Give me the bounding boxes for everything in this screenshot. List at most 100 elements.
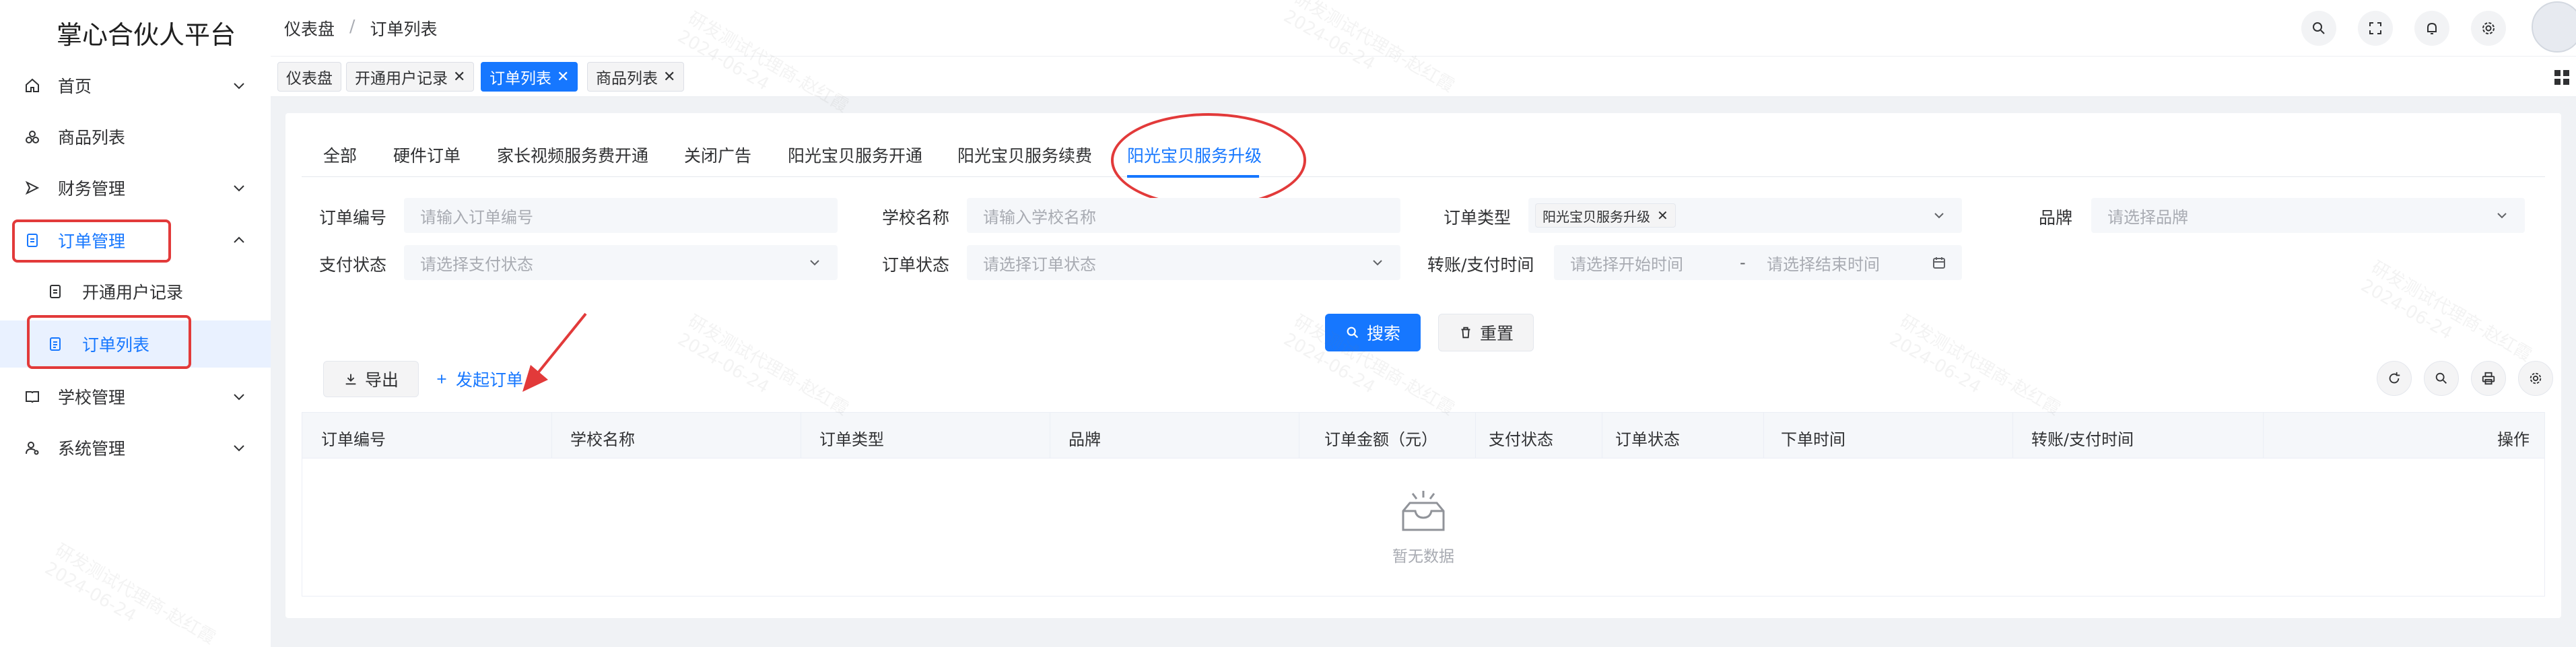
- breadcrumb-current: 订单列表: [370, 20, 438, 39]
- order-type-chip: 阳光宝贝服务升级 ✕: [1535, 203, 1676, 228]
- order-no-placeholder: 请输入订单编号: [420, 207, 533, 227]
- grid-icon[interactable]: [2553, 69, 2571, 86]
- toggle-search-button[interactable]: [2424, 361, 2459, 396]
- refresh-icon: [2387, 371, 2402, 386]
- tags-view-bar: 仪表盘 开通用户记录 ✕ 订单列表 ✕ 商品列表 ✕: [271, 57, 2576, 97]
- printer-icon: [2481, 371, 2496, 386]
- chevron-down-icon: [1932, 209, 1946, 222]
- chevron-down-icon: [232, 440, 246, 455]
- sidebar-item-label: 首页: [58, 77, 92, 96]
- column-header-order-time: 下单时间: [1781, 430, 1845, 449]
- sidebar-item-goods[interactable]: 商品列表: [0, 113, 271, 160]
- column-header-pay-time: 转账/支付时间: [2031, 430, 2134, 449]
- close-icon[interactable]: ✕: [453, 69, 465, 86]
- order-status-label: 订单状态: [882, 255, 950, 275]
- finance-icon: [24, 180, 40, 196]
- sidebar-item-user-records[interactable]: 开通用户记录: [0, 268, 271, 315]
- top-header: 仪表盘 / 订单列表: [271, 0, 2576, 57]
- column-divider: [1763, 413, 1764, 458]
- search-button[interactable]: [2301, 11, 2336, 46]
- school-placeholder: 请输入学校名称: [983, 207, 1096, 227]
- annotation-box-order-list: [27, 315, 191, 369]
- pay-time-label: 转账/支付时间: [1427, 255, 1534, 275]
- annotation-ellipse: [1111, 113, 1306, 207]
- empty-box-icon: [1398, 488, 1449, 535]
- tag-goods-list[interactable]: 商品列表 ✕: [587, 62, 685, 92]
- breadcrumb-dashboard[interactable]: 仪表盘: [284, 16, 335, 40]
- school-icon: [24, 388, 40, 405]
- notification-button[interactable]: [2414, 11, 2449, 46]
- sidebar-item-label: 开通用户记录: [82, 283, 184, 302]
- fullscreen-icon: [2367, 20, 2383, 36]
- app-root: 掌心合伙人平台 首页 商品列表 财务管理 订单管理 开通用户记录 订单列表 学校…: [0, 0, 2576, 647]
- start-time-placeholder[interactable]: 请选择开始时间: [1570, 251, 1683, 275]
- column-header-actions: 操作: [2497, 430, 2530, 449]
- sidebar-item-finance[interactable]: 财务管理: [0, 164, 271, 211]
- tab-close-ads[interactable]: 关闭广告: [684, 143, 751, 167]
- print-button[interactable]: [2471, 361, 2506, 396]
- search-button-label: 搜索: [1366, 324, 1400, 343]
- sidebar-item-school[interactable]: 学校管理: [0, 373, 271, 420]
- column-header-order-no: 订单编号: [321, 430, 386, 449]
- tag-order-list[interactable]: 订单列表 ✕: [481, 62, 578, 92]
- pay-status-placeholder: 请选择支付状态: [420, 254, 533, 274]
- sidebar-item-label: 学校管理: [58, 388, 126, 407]
- order-list-card: 全部 硬件订单 家长视频服务费开通 关闭广告 阳光宝贝服务开通 阳光宝贝服务续费…: [285, 113, 2561, 618]
- gear-icon: [2480, 20, 2497, 36]
- close-icon[interactable]: ✕: [557, 69, 569, 86]
- school-input[interactable]: 请输入学校名称: [967, 198, 1400, 233]
- order-status-select[interactable]: 请选择订单状态: [967, 245, 1400, 280]
- tab-service-renew[interactable]: 阳光宝贝服务续费: [957, 143, 1092, 167]
- close-icon[interactable]: ✕: [663, 69, 675, 86]
- column-settings-button[interactable]: [2518, 361, 2553, 396]
- annotation-box-orders: [12, 219, 171, 263]
- end-time-placeholder[interactable]: 请选择结束时间: [1767, 251, 1880, 275]
- avatar[interactable]: [2532, 1, 2576, 53]
- search-icon: [1345, 325, 1360, 340]
- column-header-order-type: 订单类型: [819, 430, 884, 449]
- chevron-down-icon: [232, 389, 246, 404]
- pay-time-range[interactable]: 请选择开始时间 - 请选择结束时间: [1554, 245, 1962, 280]
- close-icon[interactable]: ✕: [1657, 207, 1668, 224]
- settings-button[interactable]: [2471, 11, 2506, 46]
- goods-icon: [24, 129, 40, 145]
- order-no-input[interactable]: 请输入订单编号: [404, 198, 838, 233]
- chevron-down-icon: [232, 78, 246, 93]
- column-header-amount: 订单金额（元）: [1324, 430, 1437, 449]
- order-no-label: 订单编号: [319, 208, 387, 228]
- tab-all[interactable]: 全部: [323, 143, 357, 167]
- search-icon: [2434, 371, 2449, 386]
- reset-button[interactable]: 重置: [1438, 314, 1534, 351]
- export-button[interactable]: 导出: [323, 361, 419, 397]
- order-type-select[interactable]: 阳光宝贝服务升级 ✕: [1528, 198, 1962, 233]
- breadcrumb: 仪表盘 / 订单列表: [284, 16, 437, 40]
- tag-user-records[interactable]: 开通用户记录 ✕: [346, 62, 475, 92]
- brand-label: 品牌: [2039, 208, 2073, 228]
- breadcrumb-separator: /: [349, 16, 355, 36]
- column-divider: [2263, 413, 2264, 458]
- order-type-label: 订单类型: [1444, 208, 1512, 228]
- user-settings-icon: [24, 440, 40, 456]
- refresh-button[interactable]: [2377, 361, 2412, 396]
- app-title: 掌心合伙人平台: [57, 20, 236, 50]
- tab-parent-video[interactable]: 家长视频服务费开通: [497, 143, 648, 167]
- tag-label: 开通用户记录: [355, 70, 448, 88]
- bell-icon: [2424, 20, 2440, 36]
- tab-hardware[interactable]: 硬件订单: [393, 143, 461, 167]
- table-header: 订单编号 学校名称 订单类型 品牌 订单金额（元） 支付状态 订单状态 下单时间…: [302, 413, 2544, 458]
- tab-service-open[interactable]: 阳光宝贝服务开通: [788, 143, 922, 167]
- brand-select[interactable]: 请选择品牌: [2091, 198, 2525, 233]
- sidebar: 掌心合伙人平台 首页 商品列表 财务管理 订单管理 开通用户记录 订单列表 学校…: [0, 0, 271, 647]
- column-divider: [1475, 413, 1476, 458]
- sidebar-item-home[interactable]: 首页: [0, 62, 271, 109]
- search-button[interactable]: 搜索: [1325, 314, 1421, 351]
- sidebar-item-system[interactable]: 系统管理: [0, 424, 271, 471]
- fullscreen-button[interactable]: [2358, 11, 2393, 46]
- annotation-arrow: [522, 312, 587, 392]
- pay-status-select[interactable]: 请选择支付状态: [404, 245, 838, 280]
- tag-label: 商品列表: [596, 70, 658, 88]
- calendar-icon: [1932, 256, 1946, 269]
- doc-icon: [47, 283, 63, 300]
- sidebar-item-label: 财务管理: [58, 179, 126, 199]
- tag-dashboard[interactable]: 仪表盘: [277, 62, 341, 92]
